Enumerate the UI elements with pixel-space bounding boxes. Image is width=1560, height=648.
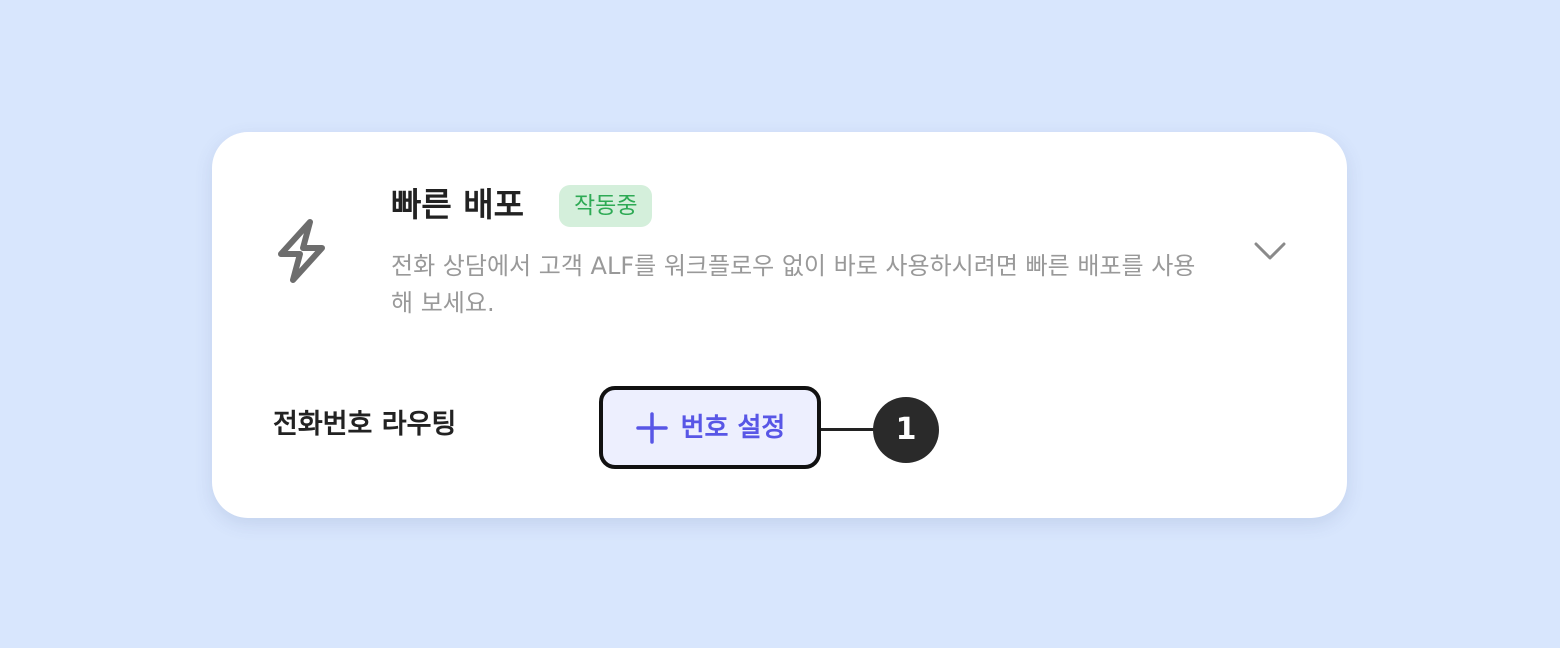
phone-routing-label: 전화번호 라우팅 — [273, 409, 457, 440]
status-badge: 작동중 — [559, 185, 653, 227]
set-number-button-label: 번호 설정 — [680, 412, 786, 443]
chevron-down-icon[interactable] — [1250, 236, 1290, 268]
callout-number-badge: 1 — [873, 397, 939, 463]
lightning-bolt-icon — [278, 219, 325, 283]
callout-connector — [821, 428, 876, 431]
set-number-button[interactable]: 번호 설정 — [599, 386, 821, 469]
card-description: 전화 상담에서 고객 ALF를 워크플로우 없이 바로 사용하시려면 빠른 배포… — [391, 252, 1196, 317]
card-title: 빠른 배포 — [391, 185, 524, 224]
plus-icon — [635, 411, 668, 444]
